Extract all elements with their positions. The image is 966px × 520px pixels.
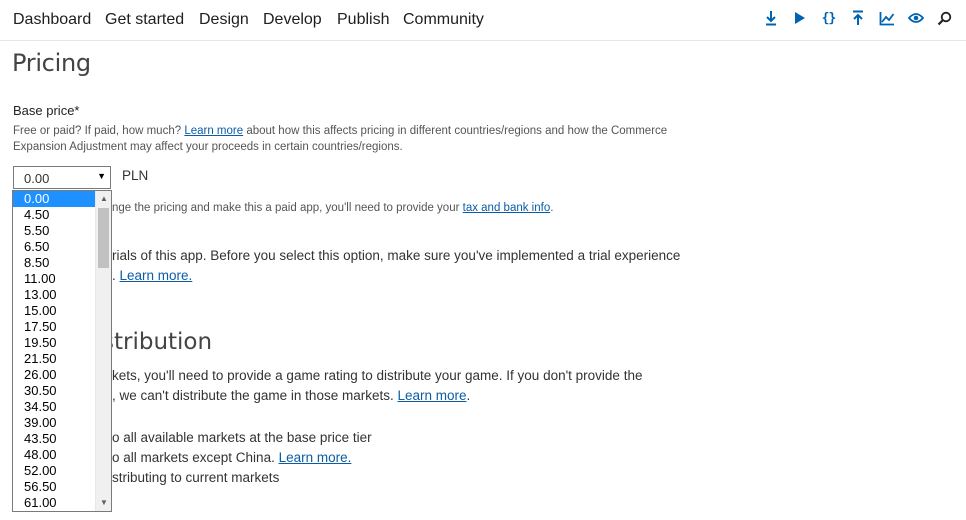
dropdown-options: 0.00 4.50 5.50 6.50 8.50 11.00 13.00 15.00 17.50… — [13, 191, 96, 511]
dropdown-scrollbar[interactable]: ▲ ▼ — [95, 191, 111, 511]
learn-more-link[interactable]: Learn more — [184, 125, 243, 137]
tax-info-text: nge the pricing and make this a paid app… — [112, 202, 553, 214]
dropdown-option[interactable]: 34.50 — [13, 399, 96, 415]
base-price-desc-text-2: about how this affects pricing in differ… — [243, 125, 668, 137]
base-price-select[interactable]: 0.00 ▼ — [13, 166, 111, 189]
dropdown-option[interactable]: 43.50 — [13, 431, 96, 447]
base-price-desc-text: Free or paid? If paid, how much? — [13, 125, 182, 137]
dropdown-option[interactable]: 26.00 — [13, 367, 96, 383]
play-icon[interactable] — [790, 9, 809, 27]
dropdown-option[interactable]: 48.00 — [13, 447, 96, 463]
nav-get-started[interactable]: Get started — [105, 11, 184, 29]
chart-icon[interactable] — [877, 9, 896, 27]
china-learn-more-link[interactable]: Learn more. — [279, 450, 352, 465]
base-price-description-line2: Expansion Adjustment may affect your pro… — [13, 141, 403, 153]
dropdown-option[interactable]: 5.50 — [13, 223, 96, 239]
code-icon[interactable]: {} — [819, 9, 838, 27]
base-price-selected-value: 0.00 — [24, 171, 50, 186]
toolbar: {} — [761, 9, 954, 27]
dropdown-option[interactable]: 39.00 — [13, 415, 96, 431]
scrollbar-thumb[interactable] — [98, 208, 109, 268]
distribution-option-current-markets[interactable]: stributing to current markets — [112, 470, 279, 485]
markets-text-prefix: , we can't distribute the game in those … — [112, 388, 398, 403]
nav-publish[interactable]: Publish — [337, 11, 389, 29]
base-price-label: Base price* — [13, 103, 80, 118]
trial-learn-more-link[interactable]: Learn more. — [120, 268, 193, 283]
dropdown-option[interactable]: 8.50 — [13, 255, 96, 271]
base-price-description: Free or paid? If paid, how much? Learn m… — [13, 125, 667, 137]
markets-text-line1: kets, you'll need to provide a game rati… — [112, 368, 643, 383]
top-navigation: Dashboard Get started Design Develop Pub… — [0, 0, 966, 41]
dropdown-option[interactable]: 19.50 — [13, 335, 96, 351]
dropdown-option[interactable]: 6.50 — [13, 239, 96, 255]
markets-learn-more-link[interactable]: Learn more — [397, 388, 466, 403]
tax-info-text-after: . — [550, 202, 554, 214]
nav-design[interactable]: Design — [199, 11, 249, 29]
dropdown-option[interactable]: 21.50 — [13, 351, 96, 367]
dropdown-option[interactable]: 30.50 — [13, 383, 96, 399]
dropdown-option[interactable]: 13.00 — [13, 287, 96, 303]
distribution-option-except-china[interactable]: o all markets except China. Learn more. — [112, 450, 351, 465]
scroll-up-icon[interactable]: ▲ — [96, 192, 111, 206]
search-icon[interactable] — [935, 9, 954, 27]
chevron-down-icon: ▼ — [97, 171, 106, 181]
tax-info-text-before: nge the pricing and make this a paid app… — [112, 202, 463, 214]
dropdown-option[interactable]: 4.50 — [13, 207, 96, 223]
dropdown-option[interactable]: 56.50 — [13, 479, 96, 495]
distribution-option-except-china-text: o all markets except China. — [112, 450, 279, 465]
page-title: Pricing — [12, 49, 91, 77]
trial-text-line1: rials of this app. Before you select thi… — [112, 248, 681, 263]
nav-community[interactable]: Community — [403, 11, 484, 29]
trial-text-line2: . Learn more. — [112, 268, 192, 283]
download-icon[interactable] — [761, 9, 780, 27]
scroll-down-icon[interactable]: ▼ — [96, 496, 111, 510]
currency-label: PLN — [122, 168, 149, 183]
dropdown-option[interactable]: 11.00 — [13, 271, 96, 287]
upload-icon[interactable] — [848, 9, 867, 27]
dropdown-option[interactable]: 0.00 — [13, 191, 96, 207]
distribution-heading: stribution — [102, 329, 213, 355]
dropdown-option[interactable]: 17.50 — [13, 319, 96, 335]
eye-icon[interactable] — [906, 9, 925, 27]
tax-bank-info-link[interactable]: tax and bank info — [463, 202, 551, 214]
price-dropdown-list[interactable]: 0.00 4.50 5.50 6.50 8.50 11.00 13.00 15.00 17.50… — [12, 190, 112, 512]
dropdown-option[interactable]: 15.00 — [13, 303, 96, 319]
markets-text-line2: , we can't distribute the game in those … — [112, 388, 470, 403]
dropdown-option[interactable]: 61.00 — [13, 495, 96, 511]
markets-text-suffix: . — [466, 388, 471, 403]
distribution-option-all-markets[interactable]: o all available markets at the base pric… — [112, 430, 372, 445]
trial-text-prefix: . — [112, 268, 120, 283]
nav-develop[interactable]: Develop — [263, 11, 322, 29]
nav-dashboard[interactable]: Dashboard — [13, 11, 91, 29]
dropdown-option[interactable]: 52.00 — [13, 463, 96, 479]
